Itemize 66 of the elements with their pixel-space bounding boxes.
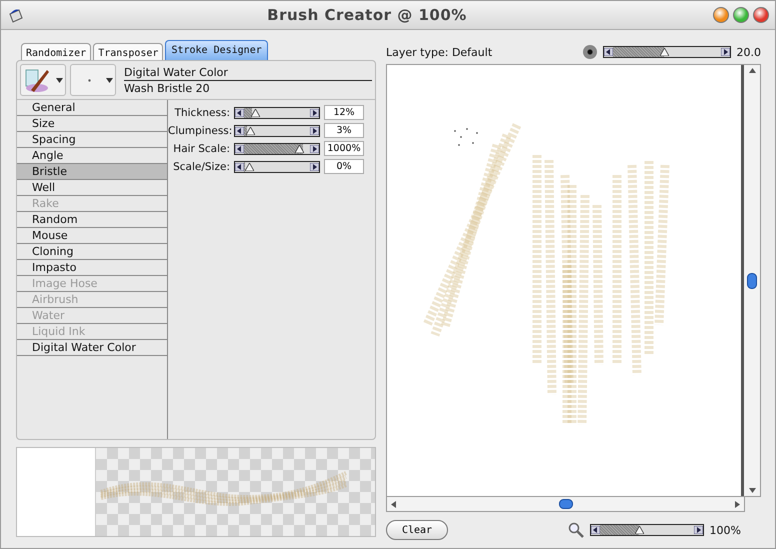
caret-icon (106, 78, 113, 82)
scroll-down-icon[interactable] (748, 487, 756, 494)
section-item[interactable]: Bristle (17, 164, 167, 180)
tab[interactable]: Transposer (93, 43, 164, 60)
arrow-right-icon[interactable] (310, 126, 319, 134)
section-item[interactable]: Size (17, 116, 167, 132)
arrow-right-icon[interactable] (694, 526, 703, 534)
arrow-right-icon[interactable] (310, 144, 319, 152)
vertical-scrollbar[interactable] (744, 65, 760, 496)
control-label: Thickness: (174, 106, 230, 118)
slider-fill (600, 525, 640, 535)
arrow-left-icon[interactable] (235, 108, 244, 116)
slider-thumb[interactable] (250, 108, 260, 116)
clear-button[interactable]: Clear (386, 520, 448, 540)
control-label: Hair Scale: (172, 142, 230, 154)
slider-thumb[interactable] (246, 126, 256, 134)
slider-thumb[interactable] (245, 162, 254, 170)
brush-size-icon (582, 45, 596, 59)
section-item[interactable]: Mouse (17, 228, 167, 244)
slider-thumb[interactable] (660, 48, 670, 56)
value-field[interactable]: 12% (324, 105, 364, 120)
slider-fill (612, 47, 664, 57)
arrow-left-icon[interactable] (235, 144, 244, 152)
control-label: Clumpiness: (168, 124, 230, 136)
close-button[interactable] (753, 7, 769, 23)
value-field[interactable]: 0% (324, 159, 364, 174)
section-item[interactable]: Impasto (17, 260, 167, 276)
brush-category-name: Digital Water Color (124, 64, 372, 80)
magnifier-icon (568, 522, 584, 538)
slider-thumb[interactable] (635, 526, 644, 534)
arrow-left-icon[interactable] (235, 162, 244, 170)
scroll-thumb[interactable] (558, 499, 572, 509)
size-value: 20.0 (736, 46, 761, 58)
arrow-left-icon[interactable] (604, 48, 612, 56)
scroll-left-icon[interactable] (390, 500, 397, 508)
arrow-left-icon[interactable] (235, 126, 244, 134)
section-item[interactable]: Cloning (17, 244, 167, 260)
caret-icon (56, 78, 63, 82)
scroll-up-icon[interactable] (748, 67, 756, 74)
slider-thumb[interactable] (295, 144, 304, 152)
slider-fill (244, 144, 304, 154)
brush-variant-name: Wash Bristle 20 (124, 80, 211, 96)
arrow-right-icon[interactable] (720, 48, 730, 56)
maximize-button[interactable] (733, 7, 749, 23)
section-item[interactable]: Digital Water Color (17, 340, 167, 356)
scroll-thumb[interactable] (747, 272, 757, 288)
tab[interactable]: Randomizer (21, 43, 92, 60)
value-field[interactable]: 1000% (324, 141, 364, 156)
tab[interactable]: Stroke Designer (165, 40, 268, 60)
zoom-value: 100% (710, 524, 741, 536)
scroll-right-icon[interactable] (734, 500, 741, 508)
section-item[interactable]: General (17, 100, 167, 116)
horizontal-scrollbar[interactable] (386, 497, 745, 512)
section-item[interactable]: Random (17, 212, 167, 228)
arrow-left-icon[interactable] (590, 526, 600, 534)
section-item[interactable]: Spacing (17, 132, 167, 148)
window-title: Brush Creator @ 100% (266, 6, 468, 24)
dab-icon (88, 78, 91, 82)
minimize-button[interactable] (713, 7, 729, 23)
control-label: Scale/Size: (172, 160, 230, 172)
arrow-right-icon[interactable] (310, 162, 319, 170)
value-field[interactable]: 3% (324, 123, 364, 138)
brush-category-picker[interactable] (20, 64, 66, 96)
section-item[interactable]: Well (17, 180, 167, 196)
arrow-right-icon[interactable] (310, 108, 319, 116)
layer-type-label: Layer type: Default (386, 46, 492, 58)
